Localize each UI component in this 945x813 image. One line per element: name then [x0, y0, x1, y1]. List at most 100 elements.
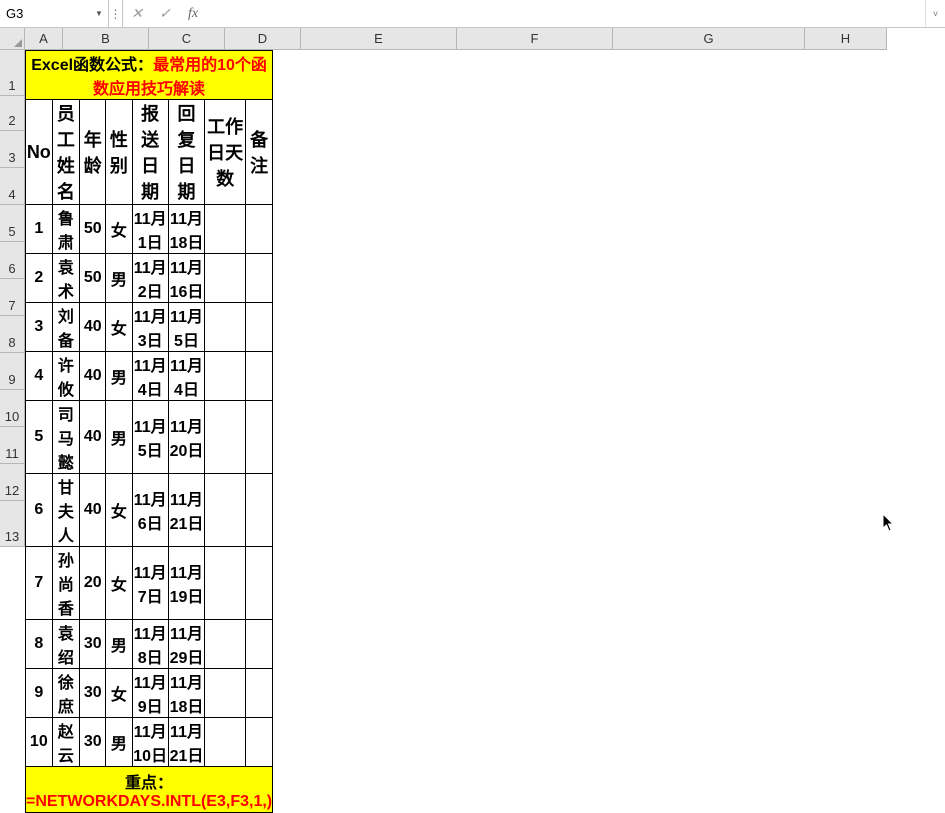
table-cell[interactable] [205, 401, 246, 474]
table-cell[interactable]: 袁绍 [52, 620, 79, 669]
row-header-10[interactable]: 10 [0, 390, 25, 427]
row-header-11[interactable]: 11 [0, 427, 25, 464]
table-cell[interactable]: 11月2日 [132, 254, 168, 303]
table-cell[interactable]: 刘备 [52, 303, 79, 352]
title-cell[interactable]: Excel函数公式：最常用的10个函数应用技巧解读 [26, 51, 273, 100]
col-header-g[interactable]: G [613, 28, 805, 50]
table-cell[interactable]: 11月18日 [168, 669, 204, 718]
table-cell[interactable]: 鲁肃 [52, 205, 79, 254]
col-header-b[interactable]: B [63, 28, 149, 50]
col-header-d[interactable]: D [225, 28, 301, 50]
table-cell[interactable]: 11月10日 [132, 718, 168, 767]
hdr-remark[interactable]: 备注 [246, 100, 273, 205]
table-cell[interactable]: 2 [26, 254, 53, 303]
row-header-6[interactable]: 6 [0, 242, 25, 279]
table-cell[interactable]: 11月5日 [168, 303, 204, 352]
name-box-dropdown[interactable]: ▼ [90, 9, 108, 18]
table-cell[interactable]: 袁术 [52, 254, 79, 303]
table-cell[interactable] [246, 254, 273, 303]
row-header-5[interactable]: 5 [0, 205, 25, 242]
table-cell[interactable]: 11月8日 [132, 620, 168, 669]
expand-formula-icon[interactable]: ˅ [925, 0, 945, 27]
table-cell[interactable] [246, 401, 273, 474]
fx-icon[interactable]: fx [179, 6, 207, 22]
table-cell[interactable]: 11月18日 [168, 205, 204, 254]
table-cell[interactable]: 50 [80, 254, 106, 303]
table-cell[interactable]: 甘夫人 [52, 474, 79, 547]
table-cell[interactable]: 11月21日 [168, 718, 204, 767]
table-cell[interactable]: 11月4日 [132, 352, 168, 401]
row-header-8[interactable]: 8 [0, 316, 25, 353]
table-cell[interactable]: 30 [80, 669, 106, 718]
table-cell[interactable]: 男 [106, 254, 132, 303]
table-cell[interactable]: 30 [80, 620, 106, 669]
table-cell[interactable]: 女 [106, 669, 132, 718]
col-header-c[interactable]: C [149, 28, 225, 50]
table-cell[interactable] [205, 474, 246, 547]
hdr-workdays[interactable]: 工作日天数 [205, 100, 246, 205]
table-cell[interactable] [246, 205, 273, 254]
table-cell[interactable]: 40 [80, 303, 106, 352]
row-header-2[interactable]: 2 [0, 96, 25, 131]
table-cell[interactable]: 3 [26, 303, 53, 352]
table-cell[interactable]: 女 [106, 547, 132, 620]
table-cell[interactable]: 5 [26, 401, 53, 474]
table-cell[interactable]: 许攸 [52, 352, 79, 401]
table-cell[interactable] [246, 620, 273, 669]
name-box[interactable] [0, 1, 90, 27]
hdr-reply[interactable]: 回复日期 [168, 100, 204, 205]
table-cell[interactable]: 20 [80, 547, 106, 620]
row-header-9[interactable]: 9 [0, 353, 25, 390]
table-cell[interactable]: 男 [106, 718, 132, 767]
table-cell[interactable]: 11月7日 [132, 547, 168, 620]
table-cell[interactable]: 4 [26, 352, 53, 401]
select-all-corner[interactable] [0, 28, 25, 50]
table-cell[interactable] [246, 352, 273, 401]
table-cell[interactable]: 男 [106, 352, 132, 401]
table-cell[interactable]: 女 [106, 205, 132, 254]
table-cell[interactable]: 赵云 [52, 718, 79, 767]
table-cell[interactable]: 7 [26, 547, 53, 620]
table-cell[interactable]: 11月19日 [168, 547, 204, 620]
footer-cell[interactable]: 重点：=NETWORKDAYS.INTL(E3,F3,1,) [26, 767, 273, 813]
table-cell[interactable]: 徐庶 [52, 669, 79, 718]
table-cell[interactable]: 11月5日 [132, 401, 168, 474]
table-cell[interactable]: 11月9日 [132, 669, 168, 718]
table-cell[interactable]: 9 [26, 669, 53, 718]
table-cell[interactable] [246, 669, 273, 718]
table-cell[interactable] [205, 620, 246, 669]
table-cell[interactable]: 40 [80, 474, 106, 547]
cancel-icon[interactable]: ✕ [123, 5, 151, 22]
table-cell[interactable]: 11月20日 [168, 401, 204, 474]
table-cell[interactable]: 6 [26, 474, 53, 547]
table-cell[interactable]: 11月29日 [168, 620, 204, 669]
table-cell[interactable]: 男 [106, 620, 132, 669]
hdr-no[interactable]: No [26, 100, 53, 205]
table-cell[interactable]: 司马懿 [52, 401, 79, 474]
table-cell[interactable] [205, 254, 246, 303]
table-cell[interactable]: 40 [80, 401, 106, 474]
table-cell[interactable]: 11月3日 [132, 303, 168, 352]
table-cell[interactable] [205, 669, 246, 718]
hdr-age[interactable]: 年龄 [80, 100, 106, 205]
table-cell[interactable]: 11月16日 [168, 254, 204, 303]
table-cell[interactable]: 女 [106, 474, 132, 547]
table-cell[interactable]: 50 [80, 205, 106, 254]
hdr-name[interactable]: 员工姓名 [52, 100, 79, 205]
enter-icon[interactable]: ✓ [151, 5, 179, 22]
worksheet-table[interactable]: Excel函数公式：最常用的10个函数应用技巧解读 No 员工姓名 年龄 性别 … [25, 50, 273, 813]
table-cell[interactable] [205, 352, 246, 401]
table-cell[interactable]: 11月1日 [132, 205, 168, 254]
table-cell[interactable]: 11月21日 [168, 474, 204, 547]
table-cell[interactable]: 女 [106, 303, 132, 352]
table-cell[interactable]: 男 [106, 401, 132, 474]
col-header-h[interactable]: H [805, 28, 887, 50]
table-cell[interactable]: 8 [26, 620, 53, 669]
table-cell[interactable] [246, 718, 273, 767]
table-cell[interactable]: 1 [26, 205, 53, 254]
table-cell[interactable] [246, 474, 273, 547]
table-cell[interactable] [205, 547, 246, 620]
row-header-12[interactable]: 12 [0, 464, 25, 501]
table-cell[interactable]: 40 [80, 352, 106, 401]
row-header-13[interactable]: 13 [0, 501, 25, 547]
